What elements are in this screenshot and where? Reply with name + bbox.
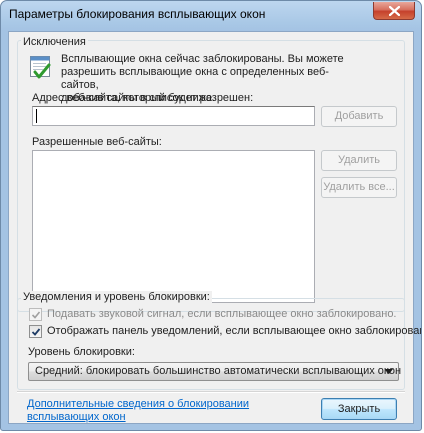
address-label: Адрес веб-сайта, который будет разрешен: (32, 92, 254, 104)
allowed-sites-label: Разрешенные веб-сайты: (32, 136, 162, 148)
checkmark-icon (31, 328, 41, 336)
close-button[interactable]: Закрыть (321, 398, 397, 420)
exceptions-group-label: Исключения (21, 36, 88, 48)
sound-checkbox[interactable] (29, 308, 42, 321)
allowed-sites-list[interactable] (32, 150, 315, 303)
website-address-input[interactable] (32, 106, 315, 126)
notification-bar-checkbox[interactable] (29, 325, 42, 338)
chevron-down-icon (385, 369, 393, 374)
footer-separator (17, 391, 405, 393)
popup-window-check-icon (29, 55, 53, 81)
notifications-group-label: Уведомления и уровень блокировки: (21, 291, 212, 303)
remove-button[interactable]: Удалить (321, 150, 397, 171)
blocking-level-value: Средний: блокировать большинство автомат… (35, 365, 402, 377)
help-link[interactable]: Дополнительные сведения о блокировании в… (27, 398, 257, 424)
window-title: Параметры блокирования всплывающих окон (9, 7, 266, 21)
checkmark-icon (31, 311, 41, 319)
text-caret (36, 109, 37, 123)
remove-all-button[interactable]: Удалить все... (321, 177, 397, 198)
blocking-level-label: Уровень блокировки: (28, 346, 135, 358)
blocking-level-dropdown[interactable]: Средний: блокировать большинство автомат… (28, 362, 402, 381)
notification-bar-checkbox-label: Отображать панель уведомлений, если вспл… (47, 325, 422, 337)
close-icon (389, 6, 400, 16)
dialog-client-area: Исключения Всплывающие окна сейчас забло… (8, 31, 421, 424)
add-button[interactable]: Добавить (321, 106, 397, 127)
sound-checkbox-label: Подавать звуковой сигнал, если всплывающ… (47, 308, 397, 320)
window-close-button[interactable] (373, 2, 415, 20)
popup-blocker-settings-window: Параметры блокирования всплывающих окон … (0, 0, 422, 431)
title-bar[interactable]: Параметры блокирования всплывающих окон (1, 1, 421, 29)
